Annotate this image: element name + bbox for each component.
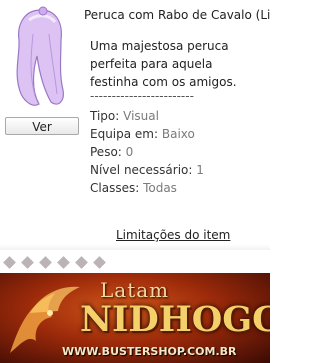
- banner-title: NIDHOGG: [80, 299, 270, 340]
- property-label: Nível necessário:: [90, 163, 197, 177]
- description-line: Uma majestosa peruca: [90, 39, 229, 53]
- item-properties: Tipo: Visual Equipa em: Baixo Peso: 0 Ní…: [90, 107, 204, 197]
- item-description: Uma majestosa peruca perfeita para aquel…: [90, 37, 265, 91]
- item-title: Peruca com Rabo de Cavalo (Lil: [84, 8, 270, 22]
- property-value: Visual: [123, 109, 159, 123]
- property-label: Tipo:: [90, 109, 124, 123]
- description-line: perfeita para aquela: [90, 57, 213, 71]
- property-value: 0: [125, 145, 134, 159]
- item-info-window: Peruca com Rabo de Cavalo (Lil Ver Uma m…: [0, 0, 270, 248]
- property-value: 1: [196, 163, 204, 177]
- diamond-icon: [93, 256, 106, 269]
- property-value: Todas: [143, 181, 177, 195]
- item-limits-link[interactable]: Limitações do item: [116, 228, 230, 242]
- separator-line: ------------------------: [90, 89, 194, 103]
- view-button[interactable]: Ver: [5, 117, 79, 135]
- property-classes: Classes: Todas: [90, 179, 204, 197]
- hair-wig-icon: [16, 6, 64, 106]
- diamond-icon: [39, 256, 52, 269]
- diamond-icon: [57, 256, 70, 269]
- diamond-icon: [75, 256, 88, 269]
- diamond-icon: [3, 256, 16, 269]
- property-equip: Equipa em: Baixo: [90, 125, 204, 143]
- diamond-icon: [21, 256, 34, 269]
- property-type: Tipo: Visual: [90, 107, 204, 125]
- banner-url: WWW.BUSTERSHOP.COM.BR: [62, 345, 237, 358]
- server-ad-banner[interactable]: Latam NIDHOGG WWW.BUSTERSHOP.COM.BR: [0, 273, 270, 363]
- property-label: Classes:: [90, 181, 144, 195]
- property-value: Baixo: [161, 127, 195, 141]
- carousel-indicators: [2, 256, 122, 270]
- property-level: Nível necessário: 1: [90, 161, 204, 179]
- window-bottom-edge: [0, 244, 270, 250]
- property-label: Equipa em:: [90, 127, 162, 141]
- property-label: Peso:: [90, 145, 126, 159]
- property-weight: Peso: 0: [90, 143, 204, 161]
